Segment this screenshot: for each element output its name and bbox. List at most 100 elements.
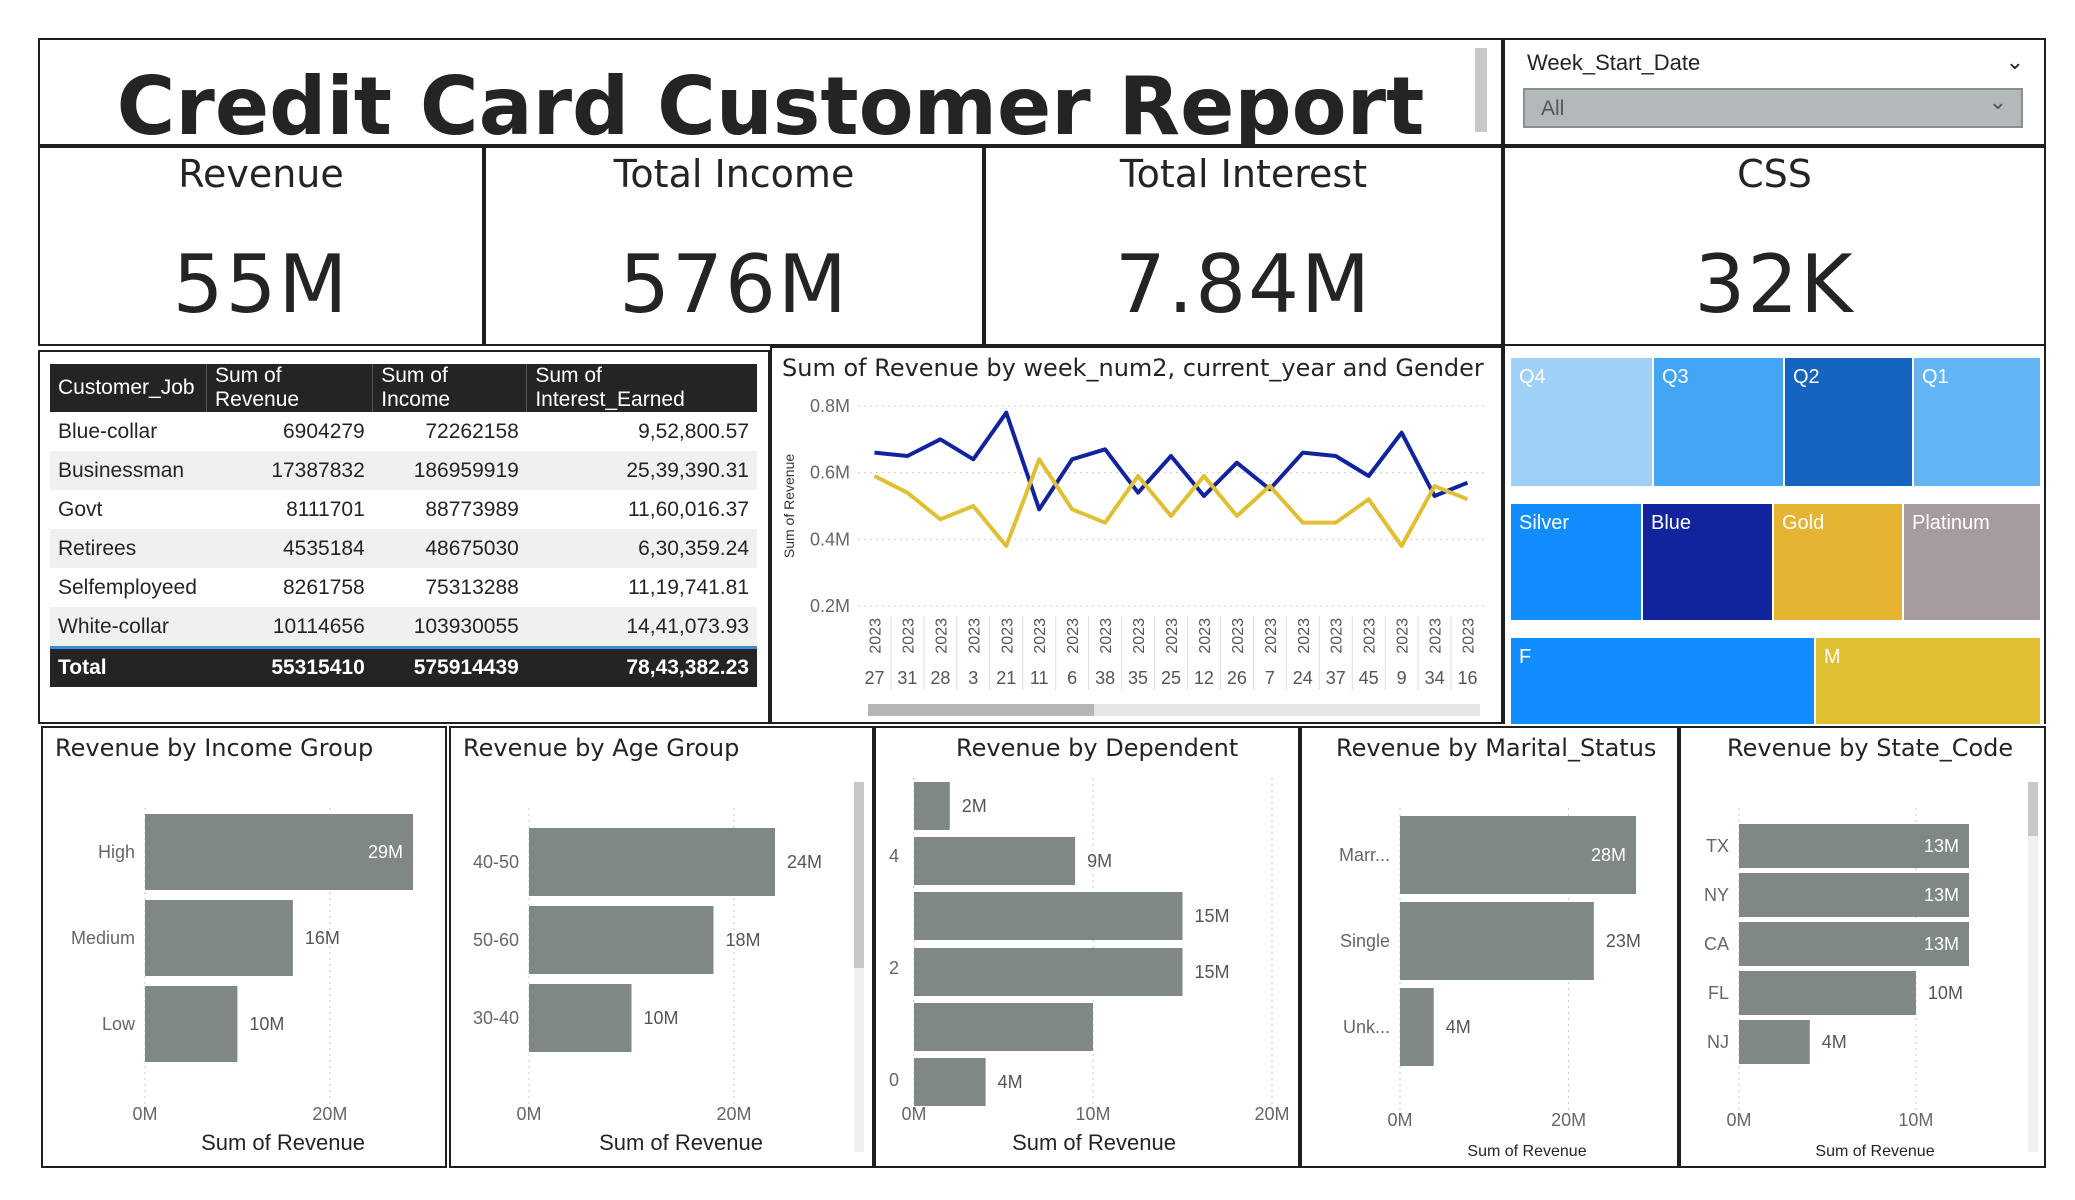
kpi-label: CSS — [1737, 152, 1812, 196]
revenue-line-chart: Sum of Revenue by week_num2, current_yea… — [770, 346, 1503, 724]
line-chart-svg: 0.2M 0.4M 0.6M 0.8M Sum of Revenue 2023 27 2023… — [781, 396, 1484, 690]
data-label: 10M — [1928, 983, 1963, 1003]
x-tick-label: 24 — [1293, 668, 1313, 688]
scrollbar[interactable] — [854, 782, 864, 1152]
data-label: 28M — [1591, 845, 1626, 865]
treemap-tile-q3[interactable]: Q3 — [1654, 358, 1783, 486]
table-cell: 55315410 — [206, 646, 373, 687]
treemap-tile-q2[interactable]: Q2 — [1785, 358, 1912, 486]
x-tick-label: 20M — [1254, 1104, 1289, 1124]
scrollbar-thumb[interactable] — [2028, 782, 2038, 836]
treemap-tile-blue[interactable]: Blue — [1643, 504, 1772, 620]
x-tick-label: 11 — [1030, 668, 1049, 688]
table-cell: 6904279 — [282, 419, 365, 443]
kpi-label: Total Interest — [1119, 152, 1368, 196]
table-cell: Retirees — [50, 529, 207, 568]
slicer-value: All — [1541, 97, 1565, 120]
data-label: 15M — [1195, 906, 1230, 926]
bar — [914, 782, 950, 830]
column-header[interactable]: Sum of Interest_Earned — [526, 364, 757, 412]
treemap-panel: Q4 Q3 Q2 Q1 Silver Blue Gold Platinum F … — [1503, 346, 2046, 724]
bar — [1400, 902, 1594, 980]
x-axis-label: Sum of Revenue — [1815, 1143, 1934, 1160]
scrollbar[interactable] — [2028, 782, 2038, 1152]
bar — [1400, 988, 1434, 1066]
bar — [529, 906, 714, 974]
chevron-down-icon[interactable]: ⌄ — [2006, 50, 2024, 75]
x-year-label: 2023 — [1098, 618, 1115, 654]
x-tick-label: 20M — [716, 1104, 751, 1124]
x-year-label: 2023 — [1362, 618, 1379, 654]
table-cell: 75313288 — [425, 575, 519, 599]
column-header[interactable]: Customer_Job — [50, 364, 207, 412]
x-axis-label: Sum of Revenue — [201, 1130, 365, 1155]
bar — [914, 1058, 986, 1106]
kpi-value: 576M — [619, 238, 849, 331]
x-year-label: 2023 — [1164, 618, 1181, 654]
category-label: Single — [1340, 931, 1390, 951]
category-label: 40-50 — [473, 852, 519, 872]
data-label: 18M — [726, 930, 761, 950]
bar — [529, 828, 775, 896]
marital-status-chart: Revenue by Marital_Status 0M 20M Sum of Re… — [1300, 726, 1679, 1168]
x-year-label: 2023 — [1461, 618, 1478, 654]
category-label: FL — [1708, 983, 1729, 1003]
table-cell: 186959919 — [372, 451, 527, 490]
data-label: 29M — [368, 842, 403, 862]
data-label: 15M — [1195, 962, 1230, 982]
table-cell: Selfemployeed — [58, 575, 197, 599]
treemap-tile-gold[interactable]: Gold — [1774, 504, 1902, 620]
category-label: 30-40 — [473, 1008, 519, 1028]
category-label: NY — [1704, 885, 1729, 905]
scrollbar[interactable] — [1475, 48, 1487, 132]
x-year-label: 2023 — [966, 618, 983, 654]
x-tick-label: 27 — [864, 668, 884, 688]
table-cell: 78,43,382.23 — [526, 646, 757, 687]
bar — [914, 837, 1076, 885]
table-cell: Total — [50, 646, 207, 687]
table-row[interactable]: Businessman 17387832 186959919 25,39,390… — [50, 451, 757, 490]
table-cell: 8261758 — [282, 575, 365, 599]
table-row[interactable]: Blue-collar 6904279 72262158 9,52,800.57 — [50, 412, 757, 451]
scrollbar-thumb[interactable] — [868, 704, 1094, 716]
kpi-label: Total Income — [613, 152, 855, 196]
treemap-tile-silver[interactable]: Silver — [1511, 504, 1641, 620]
bar-chart-svg: 0M 10M Sum of Revenue TX 13M NY 13M CA 13M FL 10M N… — [1704, 808, 1969, 1160]
x-year-label: 2023 — [999, 618, 1016, 654]
column-header[interactable]: Sum of Revenue — [206, 364, 374, 412]
x-axis-label: Sum of Revenue — [1467, 1143, 1586, 1160]
category-label: Unk... — [1343, 1017, 1390, 1037]
table-row[interactable]: White-collar 10114656 103930055 14,41,07… — [50, 607, 757, 648]
page-title: Credit Card Customer Report — [116, 60, 1425, 153]
y-tick-label: 0.2M — [810, 596, 850, 616]
bar-chart-svg: 0M 20M Sum of Revenue 40-50 24M 50-60 18M 30-40… — [473, 808, 822, 1155]
week-start-date-slicer[interactable]: Week_Start_Date ⌄ All ⌄ — [1503, 38, 2046, 146]
bar — [145, 900, 293, 976]
dependent-chart: Revenue by Dependent 0M 10M 20M Sum of Reve… — [874, 726, 1300, 1168]
table-row[interactable]: Govt 8111701 88773989 11,60,016.37 — [50, 490, 757, 529]
x-year-label: 2023 — [1197, 618, 1214, 654]
treemap-tile-q1[interactable]: Q1 — [1914, 358, 2040, 486]
table-row[interactable]: Selfemployeed 8261758 75313288 11,19,741… — [50, 568, 757, 607]
x-tick-label: 34 — [1425, 668, 1445, 688]
data-label: 4M — [998, 1072, 1023, 1092]
x-year-label: 2023 — [1263, 618, 1280, 654]
table-cell: 6,30,359.24 — [526, 529, 757, 568]
horizontal-scrollbar[interactable] — [868, 704, 1480, 716]
x-tick-label: 35 — [1128, 668, 1148, 688]
bar-chart-svg: 0M 20M Sum of Revenue Marr... 28M Single 23M Un… — [1339, 808, 1641, 1160]
treemap-tile-q4[interactable]: Q4 — [1511, 358, 1652, 486]
data-label: 16M — [305, 928, 340, 948]
data-label: 13M — [1924, 836, 1959, 856]
slicer-dropdown[interactable]: All ⌄ — [1523, 88, 2023, 128]
treemap-tile-m[interactable]: M — [1816, 638, 2040, 724]
column-header[interactable]: Sum of Income — [372, 364, 528, 412]
table-row[interactable]: Retirees 4535184 48675030 6,30,359.24 — [50, 529, 757, 568]
kpi-value: 55M — [172, 238, 350, 331]
x-tick-label: 0M — [132, 1104, 157, 1124]
treemap-tile-platinum[interactable]: Platinum — [1904, 504, 2040, 620]
treemap-tile-f[interactable]: F — [1511, 638, 1814, 724]
x-tick-label: 31 — [897, 668, 917, 688]
scrollbar-thumb[interactable] — [854, 782, 864, 968]
x-tick-label: 37 — [1326, 668, 1346, 688]
